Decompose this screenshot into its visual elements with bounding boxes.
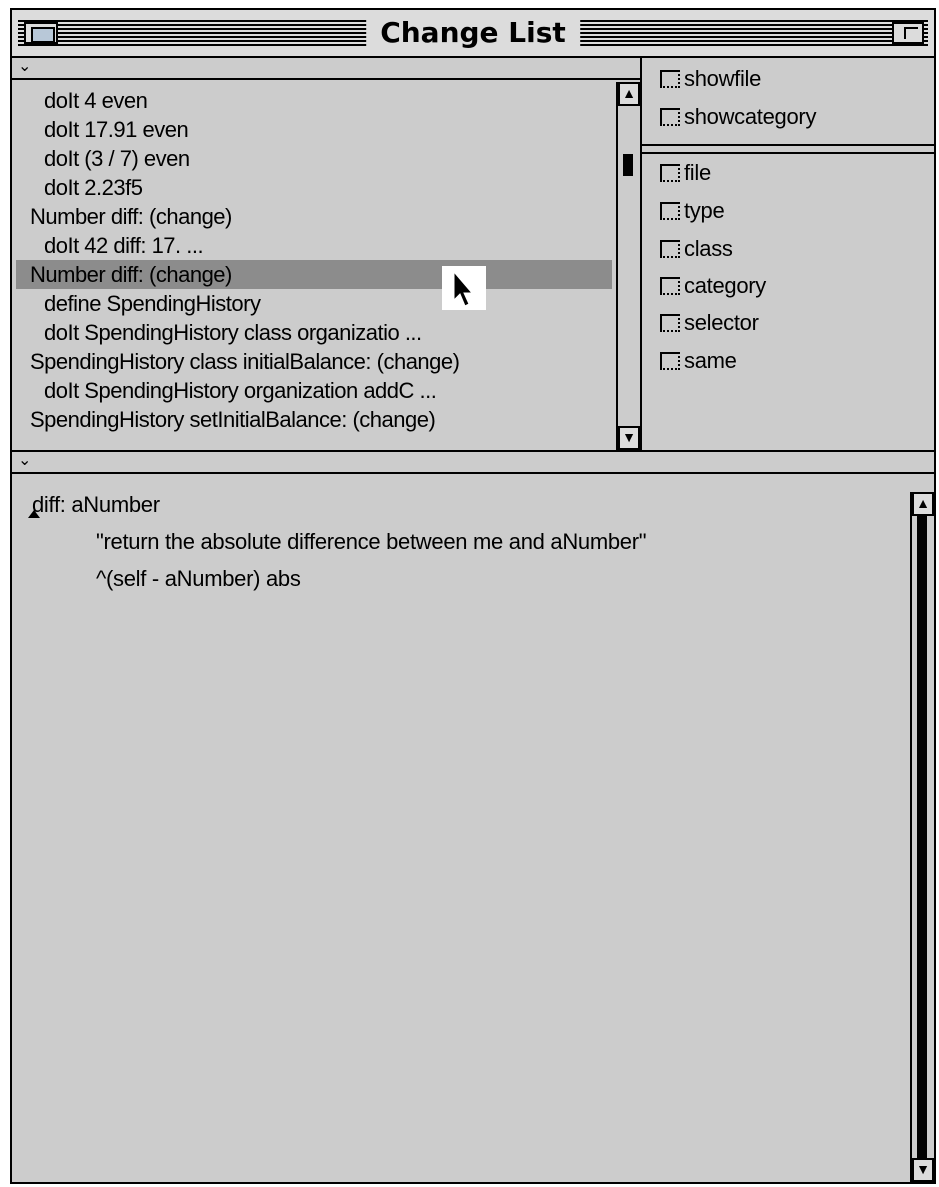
- arrow-up-icon[interactable]: ▲: [618, 82, 640, 106]
- scroll-thumb[interactable]: [917, 516, 927, 1158]
- category-checkbox-row[interactable]: category: [660, 271, 766, 301]
- list-item[interactable]: define SpendingHistory: [16, 289, 612, 318]
- filter-pane: showfile showcategory file type class ca…: [642, 58, 934, 450]
- class-checkbox[interactable]: [660, 240, 680, 258]
- arrow-up-icon[interactable]: ▲: [912, 492, 934, 516]
- selector-label: selector: [684, 310, 759, 335]
- class-label: class: [684, 236, 733, 261]
- arrow-down-icon[interactable]: ▼: [912, 1158, 934, 1182]
- list-item[interactable]: SpendingHistory class initialBalance: (c…: [16, 347, 612, 376]
- showcategory-label: showcategory: [684, 104, 817, 129]
- file-checkbox[interactable]: [660, 164, 680, 182]
- change-list-scrollbar[interactable]: ▲ ▼: [616, 82, 640, 450]
- code-pane[interactable]: diff: aNumber "return the absolute diffe…: [12, 474, 934, 1182]
- list-item[interactable]: doIt (3 / 7) even: [16, 144, 612, 173]
- title-bar[interactable]: Change List: [12, 10, 934, 58]
- method-signature: diff: aNumber: [32, 492, 160, 517]
- same-checkbox-row[interactable]: same: [660, 346, 737, 376]
- showfile-label: showfile: [684, 66, 762, 91]
- same-checkbox[interactable]: [660, 352, 680, 370]
- mouse-pointer-icon: [442, 266, 486, 310]
- selector-checkbox[interactable]: [660, 314, 680, 332]
- same-label: same: [684, 348, 737, 373]
- change-list-window: Change List ⌄ doIt 4 even doIt 17.91 eve…: [10, 8, 936, 1184]
- list-item[interactable]: doIt 4 even: [16, 86, 612, 115]
- chevron-down-icon[interactable]: ⌄: [18, 59, 32, 75]
- list-item-selected[interactable]: Number diff: (change): [16, 260, 612, 289]
- showcategory-checkbox-row[interactable]: showcategory: [660, 102, 816, 132]
- change-list: doIt 4 even doIt 17.91 even doIt (3 / 7)…: [16, 86, 612, 446]
- file-checkbox-row[interactable]: file: [660, 158, 711, 188]
- close-box-button[interactable]: [24, 22, 58, 44]
- display-options-panel: showfile showcategory: [642, 58, 934, 146]
- chevron-down-icon[interactable]: ⌄: [18, 453, 32, 469]
- change-list-pane: ⌄ doIt 4 even doIt 17.91 even doIt (3 / …: [12, 58, 642, 450]
- type-checkbox[interactable]: [660, 202, 680, 220]
- code-pane-menu-strip[interactable]: ⌄: [12, 450, 934, 474]
- showcategory-checkbox[interactable]: [660, 108, 680, 126]
- code-pane-scrollbar[interactable]: ▲ ▼: [910, 492, 934, 1182]
- method-body: ^(self - aNumber) abs: [96, 566, 301, 591]
- code-text[interactable]: diff: aNumber "return the absolute diffe…: [32, 486, 894, 597]
- zoom-box-button[interactable]: [892, 22, 924, 44]
- type-checkbox-row[interactable]: type: [660, 196, 725, 226]
- arrow-down-icon[interactable]: ▼: [618, 426, 640, 450]
- list-item[interactable]: doIt SpendingHistory organization addC .…: [16, 376, 612, 405]
- list-item[interactable]: doIt 2.23f5: [16, 173, 612, 202]
- list-item[interactable]: doIt 17.91 even: [16, 115, 612, 144]
- list-item[interactable]: doIt SpendingHistory class organizatio .…: [16, 318, 612, 347]
- list-item[interactable]: Number diff: (change): [16, 202, 612, 231]
- showfile-checkbox[interactable]: [660, 70, 680, 88]
- window-title: Change List: [366, 16, 580, 50]
- method-comment: "return the absolute difference between …: [96, 529, 647, 554]
- file-label: file: [684, 160, 711, 185]
- change-list-menu-strip[interactable]: ⌄: [12, 58, 640, 80]
- category-label: category: [684, 273, 766, 298]
- type-label: type: [684, 198, 725, 223]
- list-item[interactable]: doIt 42 diff: 17. ...: [16, 231, 612, 260]
- filter-options-panel: file type class category selector same: [642, 152, 934, 450]
- list-item[interactable]: SpendingHistory setInitialBalance: (chan…: [16, 405, 612, 434]
- category-checkbox[interactable]: [660, 277, 680, 295]
- scroll-thumb[interactable]: [623, 154, 633, 176]
- class-checkbox-row[interactable]: class: [660, 234, 733, 264]
- showfile-checkbox-row[interactable]: showfile: [660, 64, 761, 94]
- selector-checkbox-row[interactable]: selector: [660, 308, 759, 338]
